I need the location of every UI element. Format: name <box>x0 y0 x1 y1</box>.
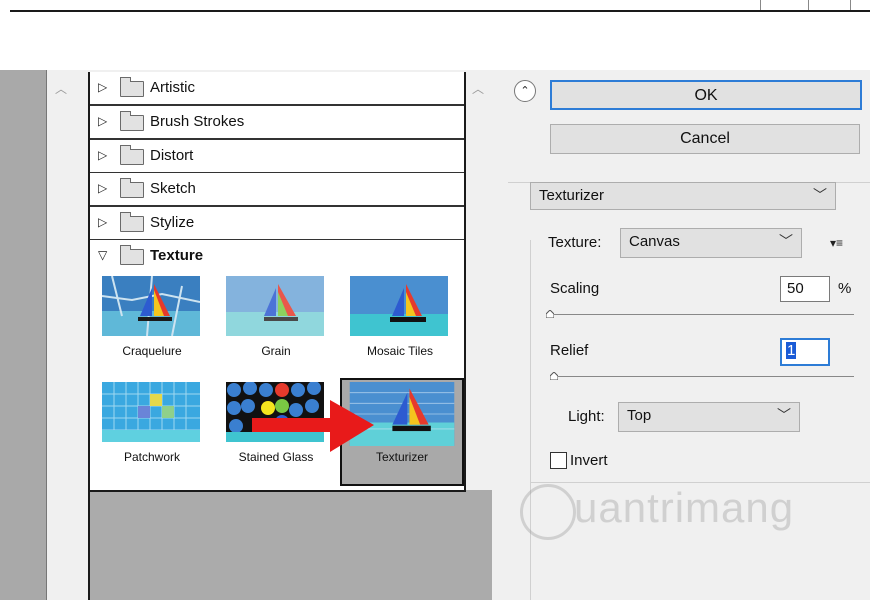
ok-button[interactable]: OK <box>550 80 862 110</box>
thumbnail-label: Patchwork <box>123 450 181 464</box>
category-stylize[interactable]: ▷ Stylize <box>90 207 464 241</box>
filter-gallery: ▷ Artistic ▷ Brush Strokes ▷ Distort ▷ S… <box>88 72 492 600</box>
expand-arrow-icon[interactable]: ▷ <box>98 215 107 229</box>
folder-icon <box>120 178 144 198</box>
folder-icon <box>120 111 144 131</box>
scroll-up-icon[interactable]: ︿ <box>55 80 67 97</box>
texture-select-value: Canvas <box>629 233 680 250</box>
relief-slider[interactable] <box>550 376 854 377</box>
percent-label: % <box>838 280 852 297</box>
category-sketch[interactable]: ▷ Sketch <box>90 173 464 207</box>
filter-select[interactable]: Texturizer ﹀ <box>530 182 836 210</box>
relief-slider-handle[interactable] <box>550 372 558 380</box>
thumbnail-grain[interactable]: Grain <box>220 272 332 376</box>
thumbnail-craquelure[interactable]: Craquelure <box>96 272 208 376</box>
filter-list-scrollbar[interactable]: ︿ <box>466 72 492 490</box>
thumbnail-label: Craquelure <box>122 344 182 358</box>
thumbnail-mosaic-tiles[interactable]: Mosaic Tiles <box>344 272 456 376</box>
light-select-value: Top <box>627 407 652 424</box>
category-label: Texture <box>150 247 204 264</box>
expand-arrow-icon[interactable]: ▷ <box>98 181 107 195</box>
light-label: Light: <box>568 408 605 425</box>
expand-arrow-icon[interactable]: ▷ <box>98 80 107 94</box>
divider <box>530 240 531 600</box>
folder-icon <box>120 212 144 232</box>
collapse-arrow-icon[interactable]: ▽ <box>98 248 107 262</box>
category-label: Brush Strokes <box>150 113 245 130</box>
texture-menu-icon[interactable]: ▾≡ <box>830 236 843 250</box>
grain-thumbnail-image <box>226 276 324 336</box>
scroll-up-icon[interactable]: ︿ <box>472 80 484 97</box>
invert-label: Invert <box>570 452 608 469</box>
patchwork-thumbnail-image <box>102 382 200 442</box>
mosaic-tiles-thumbnail-image <box>350 276 448 336</box>
relief-input[interactable]: 1 <box>780 338 830 366</box>
folder-icon <box>120 77 144 97</box>
category-label: Stylize <box>150 214 195 231</box>
category-label: Distort <box>150 147 194 164</box>
watermark-logo-icon <box>520 484 576 540</box>
preview-scrollbar[interactable]: ︿ <box>47 70 80 600</box>
preview-top-area <box>0 12 870 70</box>
category-label: Sketch <box>150 180 196 197</box>
invert-checkbox[interactable] <box>550 452 567 469</box>
texture-thumbnails: Craquelure Grain Mosaic Tiles Patchwork … <box>90 272 464 490</box>
collapse-panel-icon[interactable]: ⌃ <box>514 80 536 102</box>
divider <box>530 482 870 483</box>
scaling-slider[interactable] <box>550 314 854 315</box>
scaling-input[interactable]: 50 <box>780 276 830 302</box>
scaling-slider-handle[interactable] <box>546 310 554 318</box>
category-label: Artistic <box>150 79 195 96</box>
watermark: uantrimang <box>574 484 795 531</box>
divider <box>850 0 851 10</box>
expand-arrow-icon[interactable]: ▷ <box>98 114 107 128</box>
preview-canvas <box>10 70 47 600</box>
divider <box>760 0 761 10</box>
texture-select[interactable]: Canvas ﹀ <box>620 228 802 258</box>
scaling-label: Scaling <box>550 280 600 297</box>
texture-label: Texture: <box>548 234 602 251</box>
craquelure-thumbnail-image <box>102 276 200 336</box>
category-distort[interactable]: ▷ Distort <box>90 140 464 174</box>
thumbnail-label: Mosaic Tiles <box>366 344 434 358</box>
filter-list: ▷ Artistic ▷ Brush Strokes ▷ Distort ▷ S… <box>90 72 466 492</box>
chevron-down-icon: ﹀ <box>777 407 791 423</box>
folder-icon <box>120 145 144 165</box>
chevron-down-icon: ﹀ <box>813 187 827 203</box>
divider <box>808 0 809 10</box>
category-brush-strokes[interactable]: ▷ Brush Strokes <box>90 106 464 140</box>
open-folder-icon <box>120 245 144 265</box>
category-texture[interactable]: ▽ Texture <box>90 240 464 272</box>
relief-label: Relief <box>550 342 589 359</box>
category-artistic[interactable]: ▷ Artistic <box>90 72 464 106</box>
red-arrow-icon <box>252 400 374 452</box>
chevron-down-icon: ﹀ <box>779 233 793 249</box>
expand-arrow-icon[interactable]: ▷ <box>98 148 107 162</box>
cancel-button[interactable]: Cancel <box>550 124 860 154</box>
thumbnail-label: Grain <box>261 344 291 358</box>
thumbnail-patchwork[interactable]: Patchwork <box>96 378 208 482</box>
light-select[interactable]: Top ﹀ <box>618 402 800 432</box>
preview-area: ︿ <box>0 70 80 600</box>
filter-select-value: Texturizer <box>539 187 605 204</box>
